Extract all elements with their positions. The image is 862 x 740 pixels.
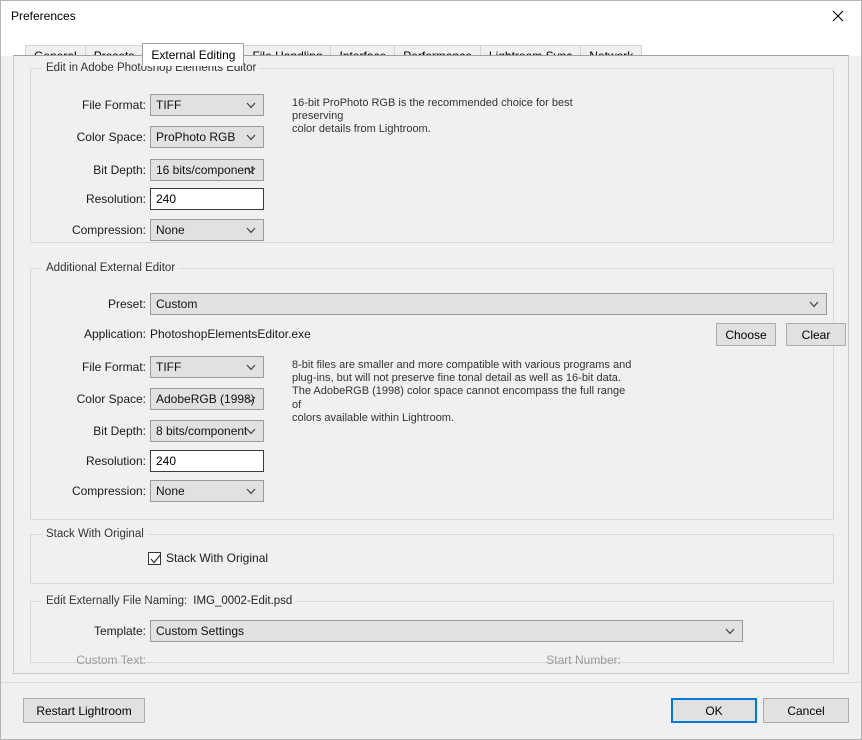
stack-with-original-label: Stack With Original <box>166 551 269 565</box>
tab-content-panel: Edit in Adobe Photoshop Elements Editor … <box>13 55 849 674</box>
label-application: Application: <box>83 327 146 341</box>
window-title: Preferences <box>11 9 76 23</box>
combo-template-value: Custom Settings <box>156 624 245 638</box>
check-icon <box>150 554 161 564</box>
group-edit-in-photoshop-elements: Edit in Adobe Photoshop Elements Editor … <box>30 62 834 243</box>
combo-color-space-additional[interactable]: AdobeRGB (1998) <box>150 388 264 410</box>
input-resolution-additional[interactable]: 240 <box>150 450 264 472</box>
preferences-dialog: Preferences GeneralPresetsExternal Editi… <box>0 0 862 740</box>
group-file-naming: Edit Externally File Naming: IMG_0002-Edi… <box>30 595 834 667</box>
restart-lightroom-button-label: Restart Lightroom <box>36 703 132 718</box>
help-text-additional-line3: The AdobeRGB (1998) color space cannot e… <box>292 385 626 411</box>
close-button[interactable] <box>815 1 861 31</box>
combo-preset[interactable]: Custom <box>150 293 827 315</box>
chevron-down-icon <box>246 127 256 147</box>
combo-file-format-additional-value: TIFF <box>156 360 182 374</box>
combo-bit-depth-additional[interactable]: 8 bits/component <box>150 420 264 442</box>
choose-button[interactable]: Choose <box>716 323 776 346</box>
combo-compression-additional[interactable]: None <box>150 480 264 502</box>
stack-with-original-checkbox-row[interactable]: Stack With Original <box>148 551 268 565</box>
label-template: Template: <box>93 624 146 638</box>
label-bit-depth-primary: Bit Depth: <box>93 163 146 177</box>
label-preset: Preset: <box>107 297 146 311</box>
chevron-down-icon <box>246 389 256 409</box>
ok-button[interactable]: OK <box>671 698 757 723</box>
group-title-additional-editor: Additional External Editor <box>42 262 180 274</box>
clear-button-label: Clear <box>801 327 831 342</box>
tab-label: External Editing <box>151 48 236 62</box>
ok-button-label: OK <box>705 703 723 718</box>
file-naming-sample: IMG_0002-Edit.psd <box>193 595 293 607</box>
label-file-format-primary: File Format: <box>81 98 146 112</box>
input-resolution-additional-value: 240 <box>156 454 177 468</box>
label-resolution-additional: Resolution: <box>85 454 146 468</box>
dialog-footer: Restart Lightroom OK Cancel <box>1 683 861 739</box>
combo-file-format-primary[interactable]: TIFF <box>150 94 264 116</box>
label-color-space-additional: Color Space: <box>76 392 146 406</box>
label-start-number: Start Number: <box>546 653 621 667</box>
stack-with-original-checkbox[interactable] <box>148 551 161 565</box>
chevron-down-icon <box>246 481 256 501</box>
combo-file-format-additional[interactable]: TIFF <box>150 356 264 378</box>
label-compression-additional: Compression: <box>71 484 146 498</box>
chevron-down-icon <box>246 95 256 115</box>
chevron-down-icon <box>246 421 256 441</box>
label-color-space-primary: Color Space: <box>76 130 146 144</box>
group-title-file-naming: Edit Externally File Naming: IMG_0002-Edi… <box>42 595 297 607</box>
combo-bit-depth-primary[interactable]: 16 bits/component <box>150 159 264 181</box>
combo-template[interactable]: Custom Settings <box>150 620 743 642</box>
help-text-additional-line1: 8-bit files are smaller and more compati… <box>292 359 632 371</box>
combo-compression-primary-value: None <box>156 223 185 237</box>
help-text-additional-line4: colors available within Lightroom. <box>292 411 455 424</box>
restart-lightroom-button[interactable]: Restart Lightroom <box>23 698 145 723</box>
tab-strip: GeneralPresetsExternal EditingFile Handl… <box>1 32 861 66</box>
combo-compression-additional-value: None <box>156 484 185 498</box>
combo-preset-value: Custom <box>156 297 198 311</box>
group-stack-with-original: Stack With Original Stack With Original <box>30 528 834 584</box>
input-resolution-primary-value: 240 <box>156 192 177 206</box>
cancel-button-label: Cancel <box>787 703 825 718</box>
close-icon <box>832 10 844 22</box>
combo-compression-primary[interactable]: None <box>150 219 264 241</box>
chevron-down-icon <box>809 294 819 314</box>
help-text-additional-line2: plug-ins, but will not preserve fine ton… <box>292 372 621 385</box>
label-bit-depth-additional: Bit Depth: <box>93 424 146 438</box>
help-text-additional-editor: 8-bit files are smaller and more compati… <box>292 359 632 425</box>
input-resolution-primary[interactable]: 240 <box>150 188 264 210</box>
choose-button-label: Choose <box>725 327 767 342</box>
value-application-path: PhotoshopElementsEditor.exe <box>150 327 311 341</box>
help-text-primary-line1: 16-bit ProPhoto RGB is the recommended c… <box>292 97 573 123</box>
combo-color-space-primary-value: ProPhoto RGB <box>156 130 236 144</box>
chevron-down-icon <box>246 160 256 180</box>
chevron-down-icon <box>246 220 256 240</box>
group-additional-external-editor: Additional External Editor Preset: Custo… <box>30 262 846 520</box>
tab-external-editing[interactable]: External Editing <box>142 43 245 66</box>
label-custom-text: Custom Text: <box>76 653 146 667</box>
combo-bit-depth-primary-value: 16 bits/component <box>156 163 255 177</box>
combo-bit-depth-additional-value: 8 bits/component <box>156 424 248 438</box>
group-title-file-naming-text: Edit Externally File Naming: <box>46 595 188 607</box>
title-bar: Preferences <box>1 1 861 32</box>
label-file-format-additional: File Format: <box>81 360 146 374</box>
help-text-primary-editor: 16-bit ProPhoto RGB is the recommended c… <box>292 97 622 137</box>
label-resolution-primary: Resolution: <box>85 192 146 206</box>
combo-color-space-primary[interactable]: ProPhoto RGB <box>150 126 264 148</box>
help-text-primary-line2: color details from Lightroom. <box>292 123 431 136</box>
chevron-down-icon <box>725 621 735 641</box>
combo-color-space-additional-value: AdobeRGB (1998) <box>156 392 255 406</box>
clear-button[interactable]: Clear <box>786 323 846 346</box>
combo-file-format-primary-value: TIFF <box>156 98 182 112</box>
chevron-down-icon <box>246 357 256 377</box>
cancel-button[interactable]: Cancel <box>763 698 849 723</box>
label-compression-primary: Compression: <box>71 223 146 237</box>
group-title-stack: Stack With Original <box>42 528 148 540</box>
